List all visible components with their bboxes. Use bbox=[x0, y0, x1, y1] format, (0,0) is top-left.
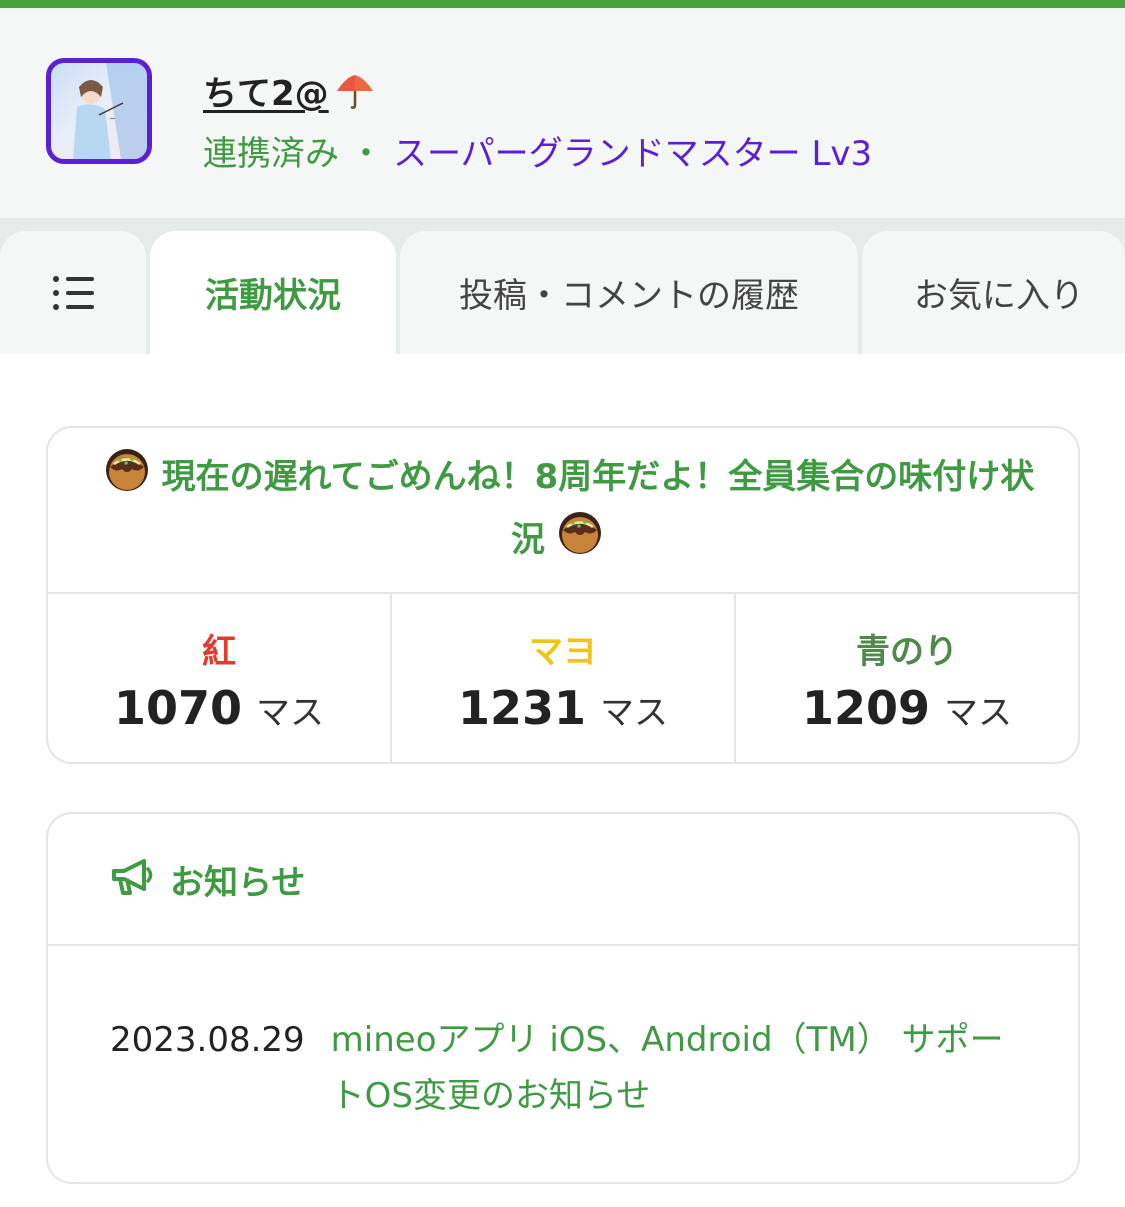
tab-label: 投稿・コメントの履歴 bbox=[459, 276, 799, 316]
tab-activity[interactable]: 活動状況 bbox=[150, 231, 396, 354]
stat-unit: マス bbox=[600, 692, 669, 733]
stat-value: 1231 bbox=[457, 680, 587, 735]
stat-value: 1209 bbox=[801, 680, 931, 735]
stat-mayo: マヨ 1231 マス bbox=[392, 594, 736, 762]
tab-menu[interactable] bbox=[0, 231, 146, 354]
stat-name: 青のり bbox=[856, 631, 958, 672]
profile-header: ~ ちて2@ 連携済み・スーパーグランドマスター Lv3 bbox=[0, 8, 1125, 218]
stat-unit: マス bbox=[256, 692, 325, 733]
news-card: お知らせ 2023.08.29 mineoアプリ iOS、Android（TM）… bbox=[46, 812, 1080, 1184]
username-link[interactable]: ちて2@ bbox=[203, 66, 377, 120]
rank-link[interactable]: スーパーグランドマスター Lv3 bbox=[393, 134, 872, 174]
event-stats: 紅 1070 マス マヨ 1231 マス 青のり 1209 マス bbox=[48, 594, 1078, 762]
event-title: 現在の遅れてごめんね！8周年だよ！全員集合の味付け状況 bbox=[84, 447, 1042, 573]
takoyaki-icon bbox=[557, 510, 603, 573]
tab-label: 活動状況 bbox=[205, 276, 341, 316]
tab-history[interactable]: 投稿・コメントの履歴 bbox=[400, 231, 858, 354]
stat-beni: 紅 1070 マス bbox=[48, 594, 392, 762]
stat-name: 紅 bbox=[202, 631, 236, 672]
top-accent-bar bbox=[0, 0, 1125, 8]
stat-aonori: 青のり 1209 マス bbox=[736, 594, 1078, 762]
tab-bar: 活動状況 投稿・コメントの履歴 お気に入り bbox=[0, 218, 1125, 354]
megaphone-icon bbox=[110, 857, 156, 901]
linked-status: 連携済み bbox=[203, 134, 339, 174]
news-item: 2023.08.29 mineoアプリ iOS、Android（TM） サポート… bbox=[48, 946, 1078, 1124]
stat-value-row: 1231 マス bbox=[458, 681, 668, 735]
list-icon bbox=[52, 275, 94, 310]
stat-unit: マス bbox=[944, 692, 1013, 733]
stat-value-row: 1070 マス bbox=[114, 681, 324, 735]
stat-name: マヨ bbox=[529, 631, 597, 672]
stat-value-row: 1209 マス bbox=[802, 681, 1012, 735]
profile-subline: 連携済み・スーパーグランドマスター Lv3 bbox=[203, 126, 872, 175]
avatar[interactable]: ~ bbox=[46, 58, 152, 164]
tab-label: お気に入り bbox=[914, 276, 1084, 316]
avatar-image: ~ bbox=[73, 63, 147, 159]
umbrella-icon bbox=[333, 71, 377, 120]
event-status-card: 現在の遅れてごめんね！8周年だよ！全員集合の味付け状況 紅 1070 マス マヨ … bbox=[46, 426, 1080, 764]
news-header: お知らせ bbox=[48, 814, 1078, 946]
news-title: お知らせ bbox=[170, 862, 306, 903]
event-header: 現在の遅れてごめんね！8周年だよ！全員集合の味付け状況 bbox=[48, 428, 1078, 594]
separator: ・ bbox=[349, 134, 383, 174]
news-date: 2023.08.29 bbox=[110, 1020, 305, 1060]
stat-value: 1070 bbox=[113, 680, 243, 735]
svg-text:~: ~ bbox=[109, 114, 116, 123]
username-text: ちて2@ bbox=[203, 74, 329, 114]
tab-favorites[interactable]: お気に入り bbox=[862, 231, 1125, 354]
takoyaki-icon bbox=[104, 447, 150, 510]
news-link[interactable]: mineoアプリ iOS、Android（TM） サポートOS変更のお知らせ bbox=[331, 1012, 1018, 1124]
